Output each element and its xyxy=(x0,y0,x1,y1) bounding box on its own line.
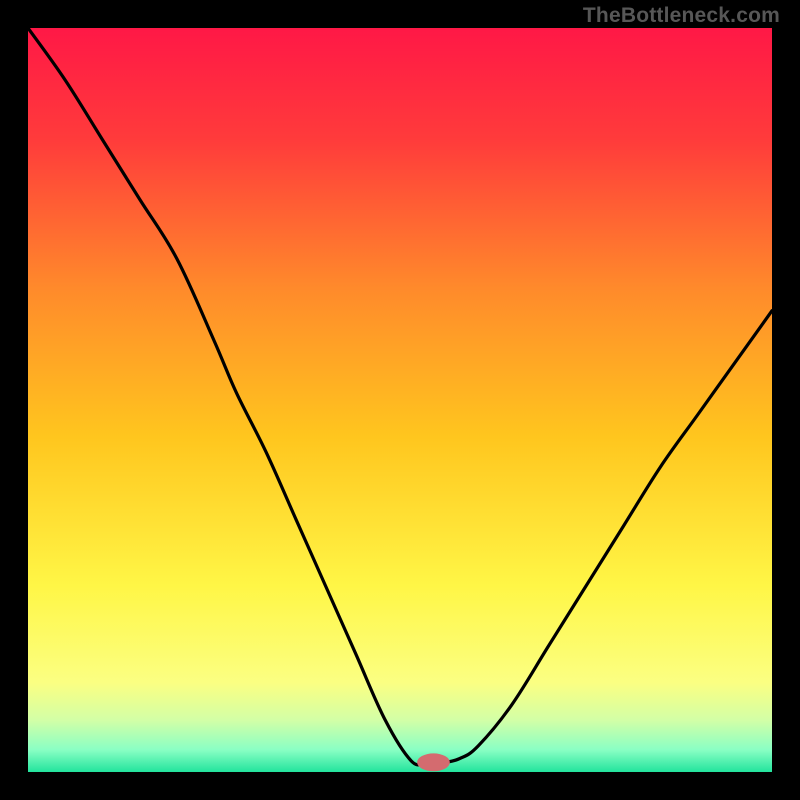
plot-area xyxy=(28,28,772,772)
bottleneck-curve-chart xyxy=(28,28,772,772)
chart-frame: TheBottleneck.com xyxy=(0,0,800,800)
minimum-marker xyxy=(417,753,450,771)
attribution-text: TheBottleneck.com xyxy=(583,4,780,28)
gradient-background xyxy=(28,28,772,772)
